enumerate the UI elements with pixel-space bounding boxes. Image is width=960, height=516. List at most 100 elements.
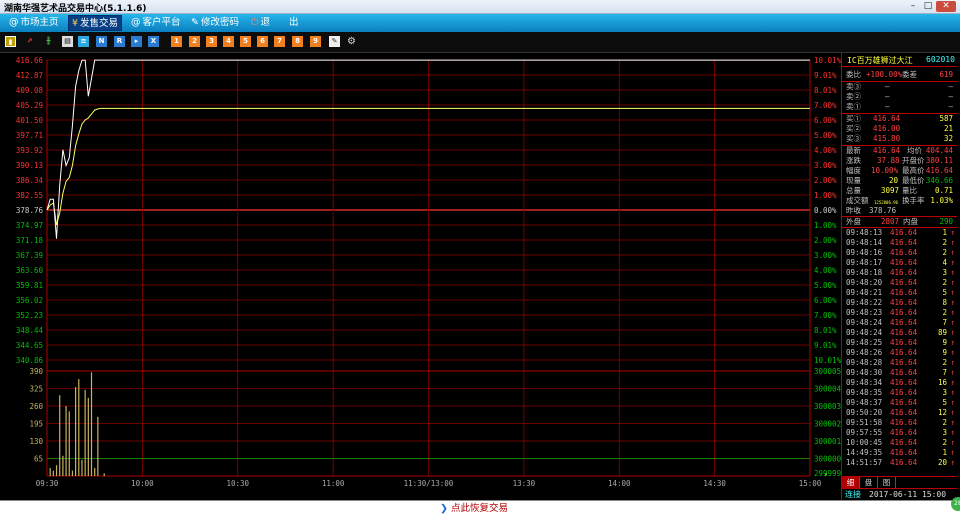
- menu-sale-trade[interactable]: ¥ 发售交易: [68, 15, 123, 31]
- line-chart-icon[interactable]: ↗: [24, 36, 35, 47]
- tick-time: 09:48:13: [846, 228, 883, 237]
- close-button[interactable]: ✕: [936, 1, 956, 12]
- turnover-value: 1.03%: [930, 196, 953, 205]
- percent-tick-label: 10.01%: [814, 356, 841, 365]
- price-axis: 416.66 412.87 409.08 405.29 401.50 397.71 393.…: [16, 56, 44, 365]
- tick-row: 14:49:35 416.64 1 ↑: [842, 448, 957, 458]
- doc-icon-6[interactable]: 6: [257, 36, 268, 47]
- x-icon[interactable]: X: [148, 36, 159, 47]
- tab-detail[interactable]: 细: [842, 477, 860, 488]
- doc-icon-1[interactable]: 1: [171, 36, 182, 47]
- sell-row-3[interactable]: 卖③ — —: [842, 82, 957, 92]
- floating-badge[interactable]: 28: [951, 497, 960, 511]
- tick-time: 14:51:57: [846, 458, 883, 467]
- buy-row-3[interactable]: 买③ 415.80 32: [842, 134, 957, 144]
- doc-icon-4[interactable]: 4: [223, 36, 234, 47]
- tick-price: 416.64: [890, 348, 918, 357]
- app-window: 湖南华强艺术品交易中心(5.1.1.6) – □ ✕ @ 市场主页 ¥ 发售交易 @…: [0, 0, 960, 516]
- news-icon[interactable]: N: [96, 36, 107, 47]
- tick-volume: 2: [942, 278, 947, 287]
- tab-chart[interactable]: 图: [878, 477, 896, 488]
- up-arrow-icon: ↑: [950, 418, 955, 427]
- candle-chart-icon[interactable]: ╫: [43, 36, 54, 47]
- time-tick-label: 11:30/13:00: [404, 479, 454, 488]
- avg-value: 404.44: [925, 146, 953, 155]
- maximize-button[interactable]: □: [921, 1, 935, 12]
- report-icon[interactable]: R: [114, 36, 125, 47]
- menu-change-password[interactable]: ✎ 修改密码: [188, 15, 242, 31]
- tick-price: 416.64: [890, 288, 918, 297]
- tick-time: 09:48:14: [846, 238, 883, 247]
- up-arrow-icon: ↑: [950, 458, 955, 467]
- pencil-icon[interactable]: ✎: [329, 36, 340, 47]
- menu-exit-2[interactable]: 出: [286, 15, 302, 31]
- intraday-chart[interactable]: 416.66 412.87 409.08 405.29 401.50 397.71 393.…: [0, 53, 841, 500]
- tick-volume: 2: [942, 418, 947, 427]
- ratio-label: 委比: [846, 70, 861, 79]
- tick-row: 09:48:14 416.64 2 ↑: [842, 238, 957, 248]
- menu-client-platform[interactable]: @ 客户平台: [128, 15, 184, 31]
- tick-volume: 9: [942, 338, 947, 347]
- calendar-icon[interactable]: ▤: [62, 36, 73, 47]
- sell-row-2[interactable]: 卖② — —: [842, 92, 957, 102]
- up-arrow-icon: ↑: [950, 318, 955, 327]
- bottom-bar: ❯ 点此恢复交易: [0, 500, 960, 516]
- buy-vol: 32: [943, 134, 953, 143]
- tick-volume: 2: [942, 438, 947, 447]
- tick-volume: 2: [942, 308, 947, 317]
- tick-price: 416.64: [890, 308, 918, 317]
- up-arrow-icon: ↑: [950, 448, 955, 457]
- doc-icon-9[interactable]: 9: [310, 36, 321, 47]
- percent-tick-label: 9.01%: [814, 71, 837, 80]
- price-tick-label: 374.97: [16, 221, 43, 230]
- tick-time: 09:48:24: [846, 318, 883, 327]
- percent-tick-label: 2.00%: [814, 176, 837, 185]
- tick-row: 09:48:30 416.64 7 ↑: [842, 368, 957, 378]
- doc-icon-7[interactable]: 7: [274, 36, 285, 47]
- minimize-button[interactable]: –: [906, 1, 920, 12]
- menu-sale-trade-label: 发售交易: [80, 18, 119, 29]
- tick-time: 09:48:16: [846, 248, 883, 257]
- tick-time: 09:48:17: [846, 258, 883, 267]
- up-arrow-icon: ↑: [950, 228, 955, 237]
- up-arrow-icon: ↑: [950, 358, 955, 367]
- doc-icon-3[interactable]: 3: [206, 36, 217, 47]
- volume-right-label: 300003: [814, 402, 841, 411]
- resume-trading-label: 点此恢复交易: [450, 503, 508, 514]
- tick-price: 416.64: [890, 398, 918, 407]
- prev-close-value: 378.76: [869, 206, 897, 215]
- tick-time: 09:48:25: [846, 338, 883, 347]
- gear-icon[interactable]: ⚙: [346, 36, 357, 47]
- toolbar: ▮ ↗ ╫ ▤ ≡ N R ▸ X 1 2 3 4 5 6 7 8 9 ✎ ⚙: [0, 32, 960, 53]
- inner-label: 内盘: [903, 217, 918, 226]
- percent-tick-label: 8.01%: [814, 86, 837, 95]
- tick-time: 09:48:28: [846, 358, 883, 367]
- up-arrow-icon: ↑: [950, 428, 955, 437]
- tick-time: 09:57:55: [846, 428, 883, 437]
- tab-book[interactable]: 盘: [860, 477, 878, 488]
- quote-row-pct: 幅度 10.00% 最高价 416.64: [842, 166, 957, 176]
- menu-exit[interactable]: ⏻ 退: [248, 15, 273, 31]
- doc-icon-2[interactable]: 2: [189, 36, 200, 47]
- buy-row-2[interactable]: 买② 416.00 21: [842, 124, 957, 134]
- tick-row: 09:48:24 416.64 7 ↑: [842, 318, 957, 328]
- outer-label: 外盘: [846, 217, 861, 226]
- tick-row: 09:48:37 416.64 5 ↑: [842, 398, 957, 408]
- list-icon[interactable]: ≡: [78, 36, 89, 47]
- tick-price: 416.64: [890, 378, 918, 387]
- doc-icon-8[interactable]: 8: [292, 36, 303, 47]
- sell-row-1[interactable]: 卖① — —: [842, 102, 957, 112]
- tick-volume: 7: [942, 368, 947, 377]
- volume-right-label: 300002: [814, 420, 841, 429]
- resume-trading-link[interactable]: ❯ 点此恢复交易: [440, 502, 508, 515]
- tick-row: 09:48:28 416.64 2 ↑: [842, 358, 957, 368]
- time-tick-label: 10:00: [131, 479, 154, 488]
- tick-time: 09:48:21: [846, 288, 883, 297]
- menu-market-home[interactable]: @ 市场主页: [6, 15, 62, 31]
- buy-row-1[interactable]: 买① 416.64 587: [842, 114, 957, 124]
- percent-tick-label: 10.01%: [814, 56, 841, 65]
- doc-icon-5[interactable]: 5: [240, 36, 251, 47]
- bar-chart-icon[interactable]: ▮: [5, 36, 16, 47]
- panel-tabs: 细 盘 图: [842, 476, 957, 488]
- forward-icon[interactable]: ▸: [131, 36, 142, 47]
